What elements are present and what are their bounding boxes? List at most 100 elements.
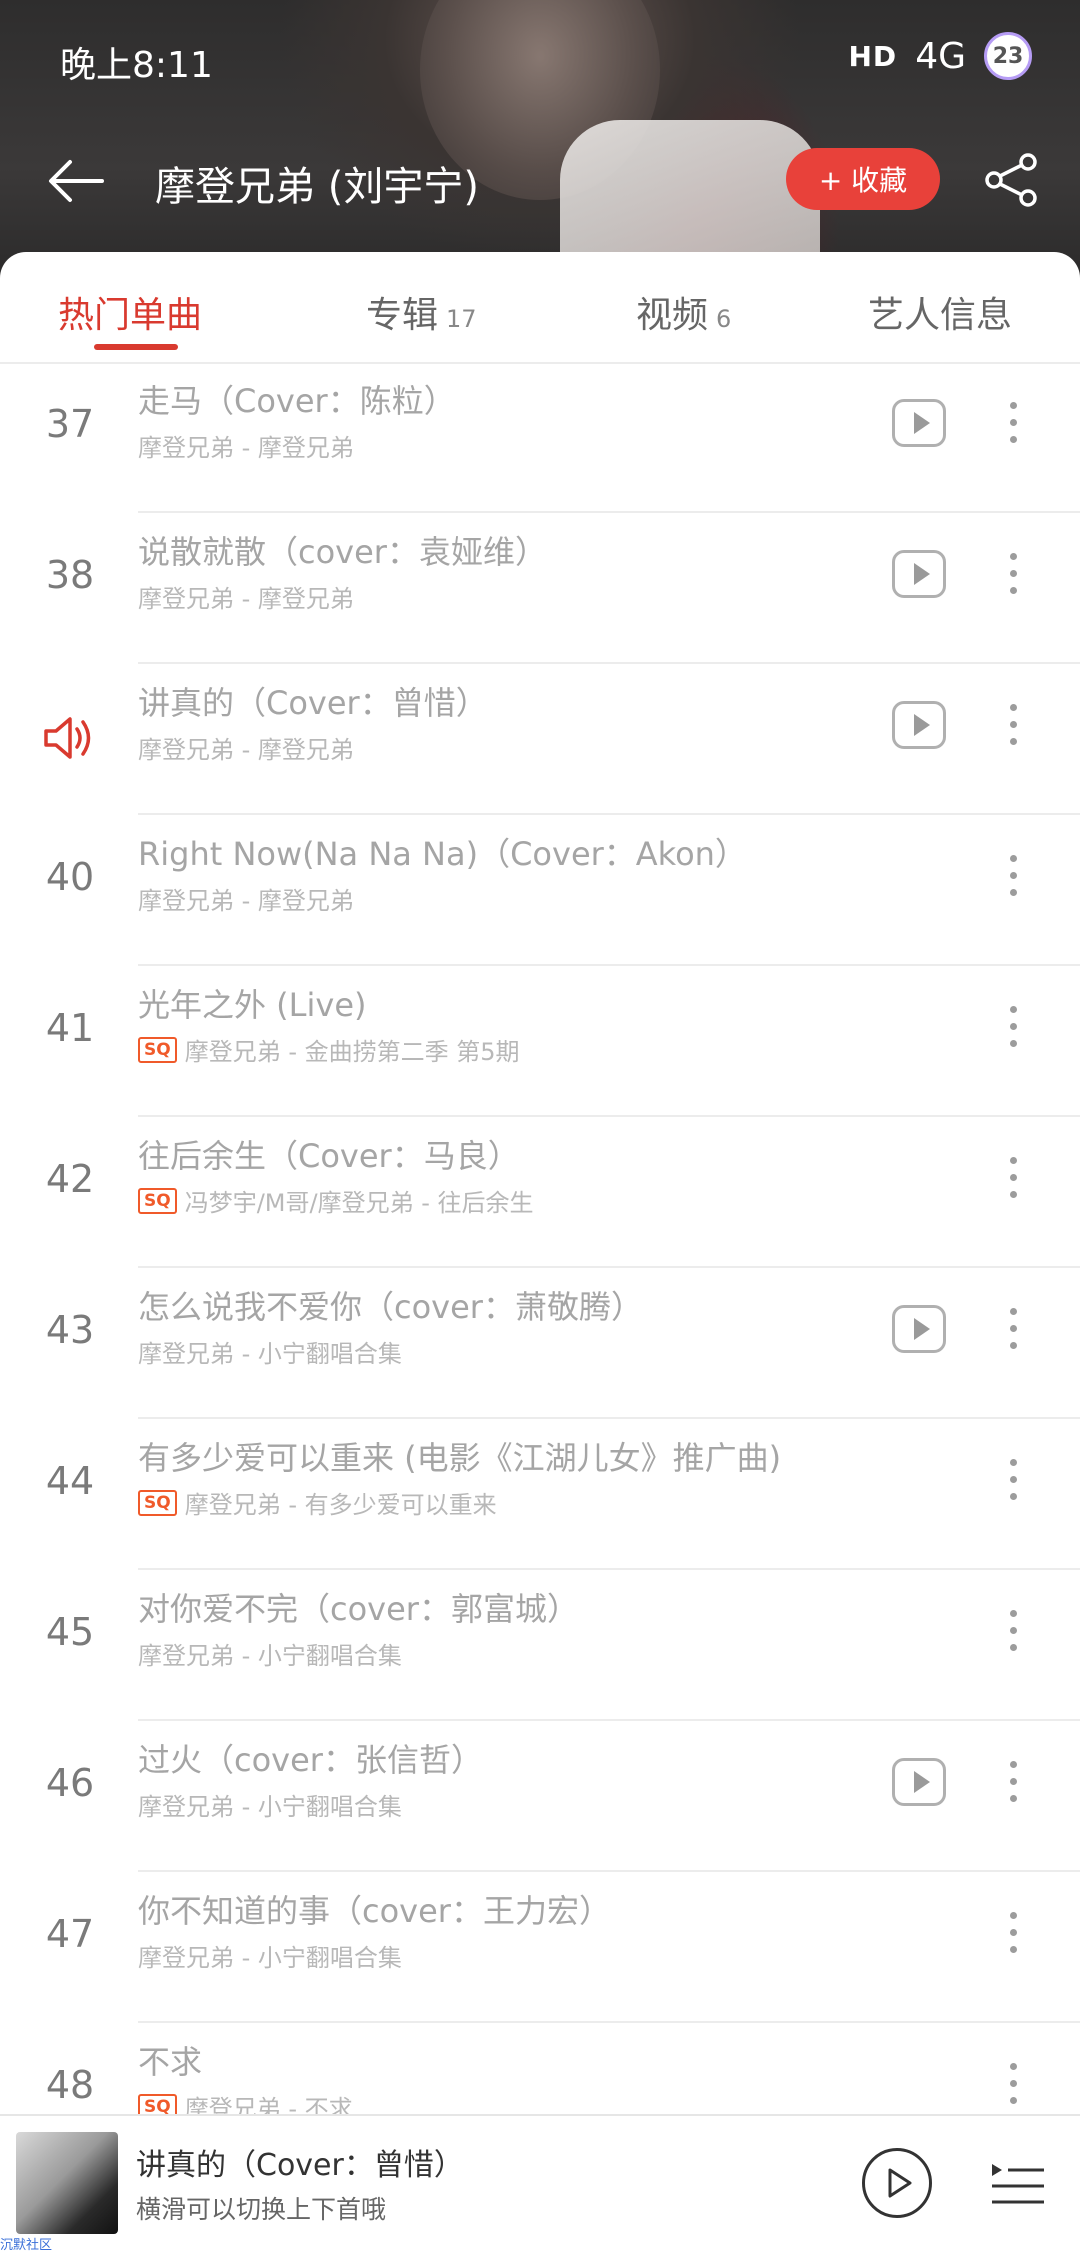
now-playing-title: 讲真的（Cover：曾惜） [136,2148,464,2183]
network-4g-icon: 4G [915,35,966,77]
now-playing-hint: 横滑可以切换上下首哦 [136,2195,387,2224]
song-index: 43 [45,1308,95,1352]
song-subtitle: SQ 冯梦宇/M哥/摩登兄弟 - 往后余生 [138,1183,534,1218]
album-cover[interactable] [16,2132,118,2234]
song-subtitle: 摩登兄弟 - 小宁翻唱合集 [138,1938,402,1973]
song-artist-album: 摩登兄弟 - 摩登兄弟 [138,887,354,915]
song-row[interactable]: 48 不求 SQ 摩登兄弟 - 不求 [0,2023,1080,2123]
song-subtitle: 摩登兄弟 - 小宁翻唱合集 [138,1636,402,1671]
song-title: 光年之外 (Live) [138,986,367,1024]
active-tab-indicator [94,344,178,350]
community-watermark: 沉默社区 [0,2238,53,2253]
page-title: 摩登兄弟 (刘宇宁) [155,164,479,210]
mv-play-icon[interactable] [892,701,946,749]
song-index: 37 [45,402,95,446]
mv-play-icon[interactable] [892,1305,946,1353]
tab-label: 艺人信息 [868,295,1013,336]
song-title: 不求 [138,2043,203,2081]
more-options-icon[interactable] [998,1757,1028,1807]
song-row[interactable]: 46 过火（cover：张信哲） 摩登兄弟 - 小宁翻唱合集 [0,1721,1080,1872]
song-subtitle: 摩登兄弟 - 小宁翻唱合集 [138,1334,402,1369]
song-artist-album: 摩登兄弟 - 摩登兄弟 [138,585,354,613]
song-row[interactable]: 42 往后余生（Cover：马良） SQ 冯梦宇/M哥/摩登兄弟 - 往后余生 [0,1117,1080,1268]
song-index: 47 [45,1912,95,1956]
more-options-icon[interactable] [998,549,1028,599]
tab-videos[interactable]: 视频 6 [636,286,731,338]
song-index: 42 [45,1157,95,1201]
song-row[interactable]: 38 说散就散（cover：袁娅维） 摩登兄弟 - 摩登兄弟 [0,513,1080,664]
more-options-icon[interactable] [998,1002,1028,1052]
back-arrow-icon[interactable] [46,158,106,204]
hd-signal-icon: HD [848,39,898,73]
more-options-icon[interactable] [998,1455,1028,1505]
song-row[interactable]: 37 走马（Cover：陈粒） 摩登兄弟 - 摩登兄弟 [0,362,1080,513]
song-subtitle: 摩登兄弟 - 小宁翻唱合集 [138,1787,402,1822]
mv-play-icon[interactable] [892,550,946,598]
song-row[interactable]: 44 有多少爱可以重来 (电影《江湖儿女》推广曲) SQ 摩登兄弟 - 有多少爱可以重… [0,1419,1080,1570]
song-title: 过火（cover：张信哲） [138,1741,483,1779]
song-row[interactable]: 43 怎么说我不爱你（cover：萧敬腾） 摩登兄弟 - 小宁翻唱合集 [0,1268,1080,1419]
song-artist-album: 冯梦宇/M哥/摩登兄弟 - 往后余生 [184,1189,534,1217]
song-artist-album: 摩登兄弟 - 摩登兄弟 [138,736,354,764]
notification-count-badge: 23 [984,32,1032,80]
song-row[interactable]: 40 Right Now(Na Na Na)（Cover：Akon） 摩登兄弟 - … [0,815,1080,966]
content-sheet: 热门单曲 专辑 17 视频 6 艺人信息 37 走马（Cover：陈粒） 摩登兄弟 - … [0,252,1080,2248]
song-index: 45 [45,1610,95,1654]
more-options-icon[interactable] [998,1304,1028,1354]
tab-count: 6 [716,305,732,333]
song-subtitle: SQ 摩登兄弟 - 有多少爱可以重来 [138,1485,497,1520]
song-row[interactable]: 47 你不知道的事（cover：王力宏） 摩登兄弟 - 小宁翻唱合集 [0,1872,1080,2023]
song-artist-album: 摩登兄弟 - 小宁翻唱合集 [138,1793,402,1821]
sq-quality-badge: SQ [138,1489,177,1516]
song-title: 往后余生（Cover：马良） [138,1137,520,1175]
more-options-icon[interactable] [998,1606,1028,1656]
song-title: 讲真的（Cover：曾惜） [138,684,488,722]
song-title: 说散就散（cover：袁娅维） [138,533,547,571]
song-title: 怎么说我不爱你（cover：萧敬腾） [138,1288,643,1326]
tab-count: 17 [446,305,477,333]
mini-player[interactable]: 讲真的（Cover：曾惜） 横滑可以切换上下首哦 [0,2114,1080,2250]
song-list: 37 走马（Cover：陈粒） 摩登兄弟 - 摩登兄弟 38 说散就散（cover：袁娅… [0,362,1080,2123]
song-subtitle: 摩登兄弟 - 摩登兄弟 [138,579,354,614]
more-options-icon[interactable] [998,700,1028,750]
tab-label: 视频 [636,295,709,336]
song-row[interactable]: 45 对你爱不完（cover：郭富城） 摩登兄弟 - 小宁翻唱合集 [0,1570,1080,1721]
sq-quality-badge: SQ [138,1036,177,1063]
title-bar: 摩登兄弟 (刘宇宁) + 收藏 [0,140,1080,220]
mv-play-icon[interactable] [892,399,946,447]
more-options-icon[interactable] [998,398,1028,448]
song-artist-album: 摩登兄弟 - 小宁翻唱合集 [138,1642,402,1670]
song-title: 你不知道的事（cover：王力宏） [138,1892,611,1930]
song-row[interactable]: 41 光年之外 (Live) SQ 摩登兄弟 - 金曲捞第二季 第5期 [0,966,1080,1117]
more-options-icon[interactable] [998,1153,1028,1203]
song-index: 41 [45,1006,95,1050]
share-icon[interactable] [982,150,1042,210]
more-options-icon[interactable] [998,2059,1028,2109]
tab-label: 热门单曲 [58,295,203,336]
song-row[interactable]: 讲真的（Cover：曾惜） 摩登兄弟 - 摩登兄弟 [0,664,1080,815]
status-time: 晚上8:11 [60,45,213,86]
tab-albums[interactable]: 专辑 17 [366,286,477,338]
more-options-icon[interactable] [998,851,1028,901]
song-subtitle: SQ 摩登兄弟 - 金曲捞第二季 第5期 [138,1032,520,1067]
song-title: 走马（Cover：陈粒） [138,382,456,420]
tab-hot-songs[interactable]: 热门单曲 [58,286,202,338]
song-artist-album: 摩登兄弟 - 金曲捞第二季 第5期 [184,1038,520,1066]
playlist-icon[interactable] [990,2156,1046,2212]
tab-label: 专辑 [366,295,439,336]
play-button[interactable] [862,2148,932,2218]
song-title: Right Now(Na Na Na)（Cover：Akon） [138,835,747,873]
song-index: 44 [45,1459,95,1503]
song-index: 48 [45,2063,95,2107]
now-playing-speaker-icon [42,714,96,762]
artist-header: 晚上8:11 HD 4G 23 摩登兄弟 (刘宇宁) + 收藏 [0,0,1080,280]
tab-bar: 热门单曲 专辑 17 视频 6 艺人信息 [0,252,1080,364]
more-options-icon[interactable] [998,1908,1028,1958]
song-title: 对你爱不完（cover：郭富城） [138,1590,579,1628]
status-bar: 晚上8:11 HD 4G 23 [0,0,1080,120]
tab-artist-info[interactable]: 艺人信息 [868,286,1012,338]
favorite-button[interactable]: + 收藏 [786,148,940,210]
mv-play-icon[interactable] [892,1758,946,1806]
song-index: 40 [45,855,95,899]
song-subtitle: 摩登兄弟 - 摩登兄弟 [138,428,354,463]
